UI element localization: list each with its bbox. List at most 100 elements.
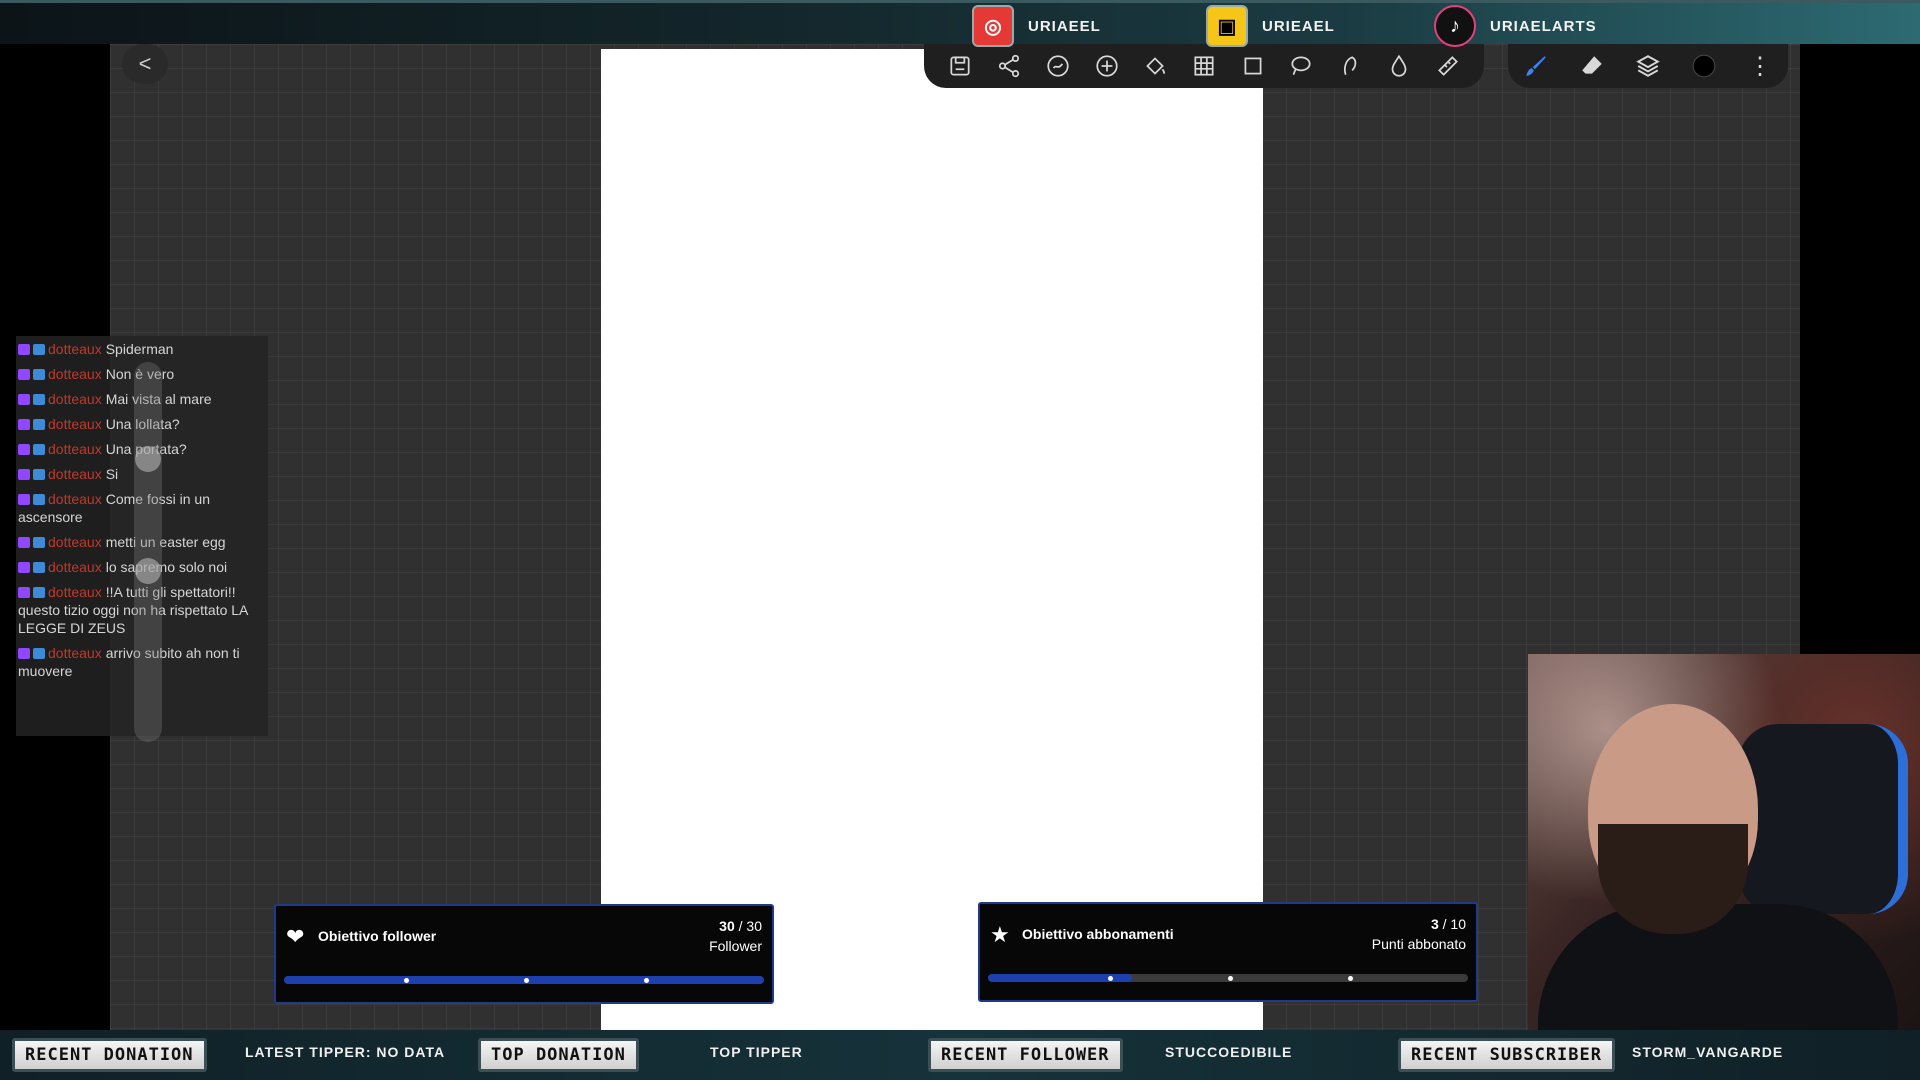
progress-marker: [644, 978, 649, 983]
chat-username: dotteaux: [48, 559, 102, 575]
chat-text: Come fossi in un ascensore: [18, 491, 210, 525]
crown-badge-icon: [33, 394, 45, 405]
crop-icon[interactable]: [1238, 51, 1268, 81]
top-donation-value: TOP TIPPER: [710, 1044, 803, 1060]
twitch-badge-icon: [18, 469, 30, 480]
ruler-icon[interactable]: [1433, 51, 1463, 81]
crown-badge-icon: [33, 444, 45, 455]
chat-text: metti un easter egg: [105, 534, 226, 550]
save-icon[interactable]: [945, 51, 975, 81]
recent-donation-value: LATEST TIPPER: NO DATA: [245, 1044, 446, 1060]
twitch-badge-icon: [18, 562, 30, 573]
goal-progress-bar: [988, 974, 1468, 982]
slider-knob[interactable]: [135, 558, 161, 584]
chat-username: dotteaux: [48, 441, 102, 457]
brush-icon[interactable]: [1521, 51, 1551, 81]
fill-icon[interactable]: [1140, 51, 1170, 81]
chat-username: dotteaux: [48, 584, 102, 600]
streamer-body: [1538, 904, 1898, 1030]
eraser-icon[interactable]: [1577, 51, 1607, 81]
crown-badge-icon: [33, 537, 45, 548]
brush-toolbar: ⋮: [1508, 44, 1788, 88]
grid-icon[interactable]: [1189, 51, 1219, 81]
twitch-icon: ▣: [1206, 5, 1248, 47]
crown-badge-icon: [33, 469, 45, 480]
recent-follower-value: STUCCOEDIBILE: [1165, 1044, 1293, 1060]
crown-badge-icon: [33, 587, 45, 598]
smudge-icon[interactable]: [1335, 51, 1365, 81]
goal-count: 30 / 30 Follower: [709, 918, 762, 954]
chat-username: dotteaux: [48, 416, 102, 432]
twitch-badge-icon: [18, 394, 30, 405]
instagram-link[interactable]: ◎ URIAEEL: [972, 5, 1101, 47]
chat-message: dotteaux Spiderman: [18, 340, 266, 358]
goal-unit: Follower: [709, 938, 762, 954]
plus-icon[interactable]: [1092, 51, 1122, 81]
crown-badge-icon: [33, 419, 45, 430]
crown-badge-icon: [33, 494, 45, 505]
drawing-canvas[interactable]: [601, 49, 1263, 1030]
chat-text: Si: [105, 466, 119, 482]
subscription-goal: ★ Obiettivo abbonamenti 3 / 10 Punti abb…: [978, 902, 1478, 1002]
twitch-handle: URIEAEL: [1262, 17, 1335, 35]
twitch-badge-icon: [18, 344, 30, 355]
twitch-link[interactable]: ▣ URIEAEL: [1206, 5, 1335, 47]
crown-badge-icon: [33, 369, 45, 380]
top-toolbar: [924, 44, 1484, 88]
chat-text: Spiderman: [105, 341, 174, 357]
crown-badge-icon: [33, 344, 45, 355]
follower-goal: ❤ Obiettivo follower 30 / 30 Follower: [274, 904, 774, 1004]
twitch-badge-icon: [18, 419, 30, 430]
chat-username: dotteaux: [48, 466, 102, 482]
progress-marker: [1228, 976, 1233, 981]
social-bar: ◎ URIAEEL ▣ URIEAEL ♪ URIAELARTS: [0, 0, 1920, 47]
top-donation-label: TOP DONATION: [478, 1038, 639, 1072]
layers-icon[interactable]: [1633, 51, 1663, 81]
twitch-badge-icon: [18, 444, 30, 455]
share-icon[interactable]: [994, 51, 1024, 81]
chat-username: dotteaux: [48, 645, 102, 661]
star-icon: ★: [990, 922, 1010, 947]
progress-marker: [404, 978, 409, 983]
goal-title: Obiettivo follower: [318, 928, 437, 944]
chat-username: dotteaux: [48, 366, 102, 382]
drop-icon[interactable]: [1384, 51, 1414, 81]
instagram-handle: URIAEEL: [1028, 17, 1101, 35]
tiktok-icon: ♪: [1434, 5, 1476, 47]
tiktok-link[interactable]: ♪ URIAELARTS: [1434, 5, 1597, 47]
tiktok-handle: URIAELARTS: [1490, 17, 1597, 35]
progress-marker: [1348, 976, 1353, 981]
instagram-icon: ◎: [972, 5, 1014, 47]
twitch-badge-icon: [18, 494, 30, 505]
recent-follower-label: RECENT FOLLOWER: [928, 1038, 1123, 1072]
chat-username: dotteaux: [48, 341, 102, 357]
twitch-badge-icon: [18, 648, 30, 659]
bottom-ticker: RECENT DONATION LATEST TIPPER: NO DATA T…: [0, 1030, 1920, 1080]
goal-count: 3 / 10 Punti abbonato: [1371, 916, 1466, 952]
recent-subscriber-label: RECENT SUBSCRIBER: [1398, 1038, 1615, 1072]
color-swatch[interactable]: [1689, 51, 1719, 81]
chat-text: lo sapremo solo noi: [105, 559, 228, 575]
goal-progress-bar: [284, 976, 764, 984]
chat-username: dotteaux: [48, 534, 102, 550]
twitch-badge-icon: [18, 369, 30, 380]
chevron-left-icon: <: [138, 51, 152, 76]
gesture-icon[interactable]: [1043, 51, 1073, 81]
brush-size-slider[interactable]: [134, 362, 162, 742]
goal-title: Obiettivo abbonamenti: [1022, 926, 1174, 942]
crown-badge-icon: [33, 648, 45, 659]
chat-username: dotteaux: [48, 391, 102, 407]
recent-donation-label: RECENT DONATION: [12, 1038, 207, 1072]
lasso-icon[interactable]: [1286, 51, 1316, 81]
chat-username: dotteaux: [48, 491, 102, 507]
webcam-feed: [1528, 654, 1920, 1030]
gaming-chair: [1738, 724, 1908, 914]
more-icon[interactable]: ⋮: [1745, 51, 1775, 81]
goal-unit: Punti abbonato: [1371, 936, 1466, 952]
heart-icon: ❤: [286, 924, 305, 949]
progress-marker: [1108, 976, 1113, 981]
back-button[interactable]: <: [122, 44, 168, 84]
twitch-badge-icon: [18, 537, 30, 548]
recent-subscriber-value: STORM_VANGARDE: [1632, 1044, 1784, 1060]
slider-knob[interactable]: [135, 446, 161, 472]
